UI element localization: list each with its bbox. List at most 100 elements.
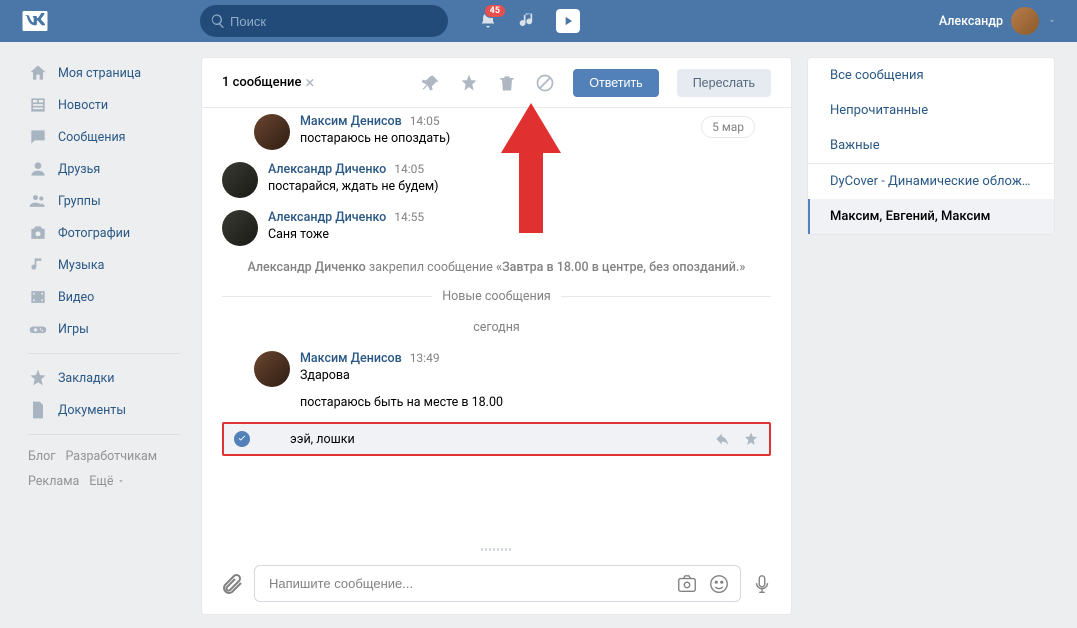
sidebar-item-music[interactable]: Музыка [22, 249, 186, 281]
pin-icon[interactable] [421, 73, 441, 93]
avatar [254, 114, 290, 150]
reply-button[interactable]: Ответить [573, 69, 658, 97]
message-text: постараюсь быть на месте в 18.00 [300, 395, 771, 410]
filter-chat-active[interactable]: Максим, Евгений, Максим [808, 199, 1054, 234]
message-row[interactable]: Александр Диченко 14:55 Саня тоже [222, 204, 771, 252]
search-wrap [200, 5, 448, 37]
pin-bar: Александр Диченко закрепил сообщение «За… [222, 252, 771, 283]
message-row[interactable]: Максим Денисов 14:05 постараюсь не опозд… [222, 108, 771, 156]
friends-icon [28, 159, 48, 179]
mic-icon[interactable] [751, 573, 773, 595]
footer-link-more[interactable]: Ещё [89, 474, 124, 489]
message-author[interactable]: Максим Денисов [300, 114, 402, 129]
sidebar-item-label: Моя страница [58, 66, 141, 81]
message-author[interactable]: Александр Диченко [268, 162, 386, 177]
selected-message-text: ээй, лошки [290, 432, 715, 447]
gamepad-icon [28, 319, 48, 339]
message-author[interactable]: Максим Денисов [300, 351, 402, 366]
filters-panel: Все сообщения Непрочитанные Важные DyCov… [807, 57, 1055, 235]
block-icon[interactable] [535, 73, 555, 93]
sidebar-item-label: Игры [58, 322, 89, 337]
film-icon [28, 287, 48, 307]
filter-unread[interactable]: Непрочитанные [808, 93, 1054, 128]
filter-chat-dycover[interactable]: DyCover - Динамические обложки [808, 164, 1054, 199]
deselect-button[interactable]: × [305, 73, 314, 93]
header-icons: 45 [468, 0, 588, 42]
message-time: 13:49 [410, 351, 440, 365]
sidebar-item-video[interactable]: Видео [22, 281, 186, 313]
photo-icon[interactable] [676, 573, 698, 595]
play-icon [561, 14, 575, 28]
chat-header: 1 сообщение × Ответить Переслать [202, 58, 791, 108]
sidebar-item-label: Закладки [58, 371, 115, 386]
message-author[interactable]: Александр Диченко [268, 210, 386, 225]
message-text: постараюсь не опоздать) [300, 131, 771, 146]
message-row[interactable]: Александр Диченко 14:05 постарайся, ждат… [222, 156, 771, 204]
forward-button[interactable]: Переслать [677, 69, 771, 97]
message-row[interactable]: Максим Денисов 13:49 Здарова постараюсь … [222, 345, 771, 416]
vk-logo[interactable] [20, 6, 50, 36]
message-text: постарайся, ждать не будем) [268, 179, 771, 194]
message-text: Саня тоже [268, 227, 771, 242]
sidebar-item-label: Новости [58, 98, 108, 113]
day-label: сегодня [222, 310, 771, 345]
trash-icon[interactable] [497, 73, 517, 93]
music-button[interactable] [508, 0, 548, 42]
sidebar-item-friends[interactable]: Друзья [22, 153, 186, 185]
sidebar-item-label: Группы [58, 194, 101, 209]
sidebar: Моя страница Новости Сообщения Друзья Гр… [22, 57, 186, 615]
selected-message[interactable]: ээй, лошки [222, 422, 771, 456]
compose-input[interactable] [265, 566, 676, 601]
messages-icon [28, 127, 48, 147]
sidebar-item-games[interactable]: Игры [22, 313, 186, 345]
sidebar-item-label: Документы [58, 403, 126, 418]
sidebar-footer-links: Блог Разработчикам Реклама Ещё [22, 443, 186, 495]
emoji-icon[interactable] [708, 573, 730, 595]
star-icon[interactable] [459, 73, 479, 93]
check-icon [234, 431, 250, 447]
sidebar-item-photos[interactable]: Фотографии [22, 217, 186, 249]
sidebar-item-docs[interactable]: Документы [22, 394, 186, 426]
date-pill: 5 мар [701, 116, 755, 138]
notifications-badge: 45 [484, 4, 506, 18]
avatar [254, 351, 290, 387]
user-name-label: Александр [939, 14, 1003, 29]
avatar [222, 162, 258, 198]
camera-icon [28, 223, 48, 243]
chat-body[interactable]: 5 мар Максим Денисов 14:05 постараюсь не… [202, 108, 791, 546]
avatar [222, 210, 258, 246]
footer-link-devs[interactable]: Разработчикам [65, 449, 157, 464]
sidebar-item-label: Музыка [58, 258, 104, 273]
filter-all[interactable]: Все сообщения [808, 58, 1054, 93]
doc-icon [28, 400, 48, 420]
note-icon [28, 255, 48, 275]
sidebar-item-label: Друзья [58, 162, 100, 177]
video-button[interactable] [548, 0, 588, 42]
sidebar-item-groups[interactable]: Группы [22, 185, 186, 217]
user-menu[interactable]: Александр [929, 7, 1067, 35]
chat-panel: 1 сообщение × Ответить Переслать 5 мар М… [201, 57, 792, 615]
sidebar-item-my-page[interactable]: Моя страница [22, 57, 186, 89]
news-icon [28, 95, 48, 115]
filter-important[interactable]: Важные [808, 128, 1054, 163]
message-time: 14:05 [410, 114, 440, 128]
notifications-button[interactable]: 45 [468, 0, 508, 42]
avatar [1011, 7, 1039, 35]
message-time: 14:05 [394, 162, 424, 176]
search-icon [210, 13, 226, 29]
search-input[interactable] [200, 5, 448, 37]
music-icon [518, 11, 538, 31]
star-icon [28, 368, 48, 388]
star-icon[interactable] [743, 431, 759, 447]
attach-icon[interactable] [220, 572, 244, 596]
reply-icon[interactable] [715, 431, 731, 447]
sidebar-item-messages[interactable]: Сообщения [22, 121, 186, 153]
sidebar-item-news[interactable]: Новости [22, 89, 186, 121]
sidebar-item-label: Фотографии [58, 226, 130, 241]
selected-count-label: 1 сообщение [222, 75, 301, 90]
footer-link-blog[interactable]: Блог [28, 449, 55, 464]
sidebar-item-bookmarks[interactable]: Закладки [22, 362, 186, 394]
footer-link-ads[interactable]: Реклама [28, 474, 79, 489]
sidebar-item-label: Видео [58, 290, 94, 305]
new-messages-separator: Новые сообщения [222, 289, 771, 304]
